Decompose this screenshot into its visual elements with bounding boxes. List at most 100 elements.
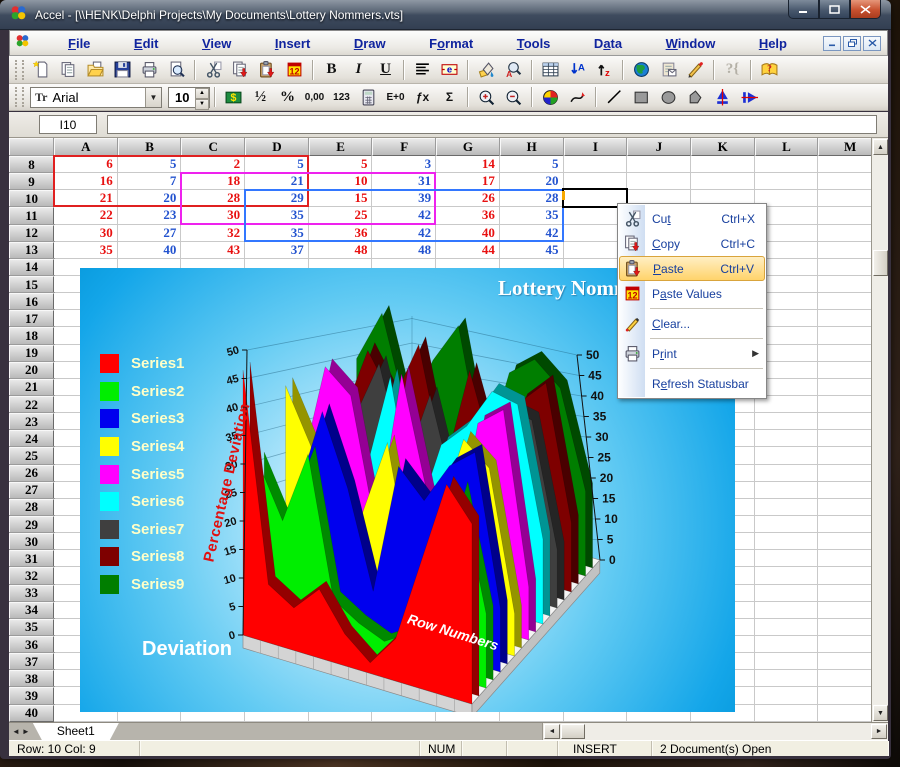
column-header-J[interactable]: J xyxy=(627,138,691,156)
chevron-down-icon[interactable]: ▼ xyxy=(145,88,161,107)
sort-descending-button[interactable]: z xyxy=(592,58,617,82)
tab-scroll-left-icon[interactable]: ◄ xyxy=(12,727,20,736)
column-header-L[interactable]: L xyxy=(755,138,819,156)
cut-button[interactable] xyxy=(201,58,226,82)
menu-data[interactable]: Data xyxy=(588,34,628,53)
row-header-37[interactable]: 37 xyxy=(9,653,54,670)
row-header-35[interactable]: 35 xyxy=(9,619,54,636)
paste-button[interactable] xyxy=(255,58,280,82)
cell-F10[interactable]: 39 xyxy=(372,190,436,207)
row-header-38[interactable]: 38 xyxy=(9,670,54,687)
cell-D10[interactable]: 29 xyxy=(245,190,309,207)
context-menu-paste[interactable]: PasteCtrl+V xyxy=(619,256,765,281)
cell-L26[interactable] xyxy=(755,465,819,482)
cell-I9[interactable] xyxy=(564,173,628,190)
horizontal-scrollbar[interactable]: ◄ ► xyxy=(542,723,888,740)
cell-E12[interactable]: 36 xyxy=(309,225,373,242)
cell-L35[interactable] xyxy=(755,619,819,636)
cell-K9[interactable] xyxy=(691,173,755,190)
cell-A9[interactable]: 16 xyxy=(54,173,118,190)
tab-scroll-right-icon[interactable]: ► xyxy=(22,727,30,736)
select-all-corner[interactable] xyxy=(9,138,54,156)
cell-C13[interactable]: 43 xyxy=(181,242,245,259)
function-button[interactable]: ƒx xyxy=(410,85,435,109)
context-menu-cut[interactable]: CutCtrl+X xyxy=(619,206,765,231)
cell-B9[interactable]: 7 xyxy=(118,173,182,190)
cell-E8[interactable]: 5 xyxy=(309,156,373,173)
cell-F12[interactable]: 42 xyxy=(372,225,436,242)
row-header-33[interactable]: 33 xyxy=(9,585,54,602)
cell-G10[interactable]: 26 xyxy=(436,190,500,207)
column-header-E[interactable]: E xyxy=(309,138,373,156)
cell-L30[interactable] xyxy=(755,533,819,550)
cell-F8[interactable]: 3 xyxy=(372,156,436,173)
row-header-17[interactable]: 17 xyxy=(9,310,54,327)
save-button[interactable] xyxy=(110,58,135,82)
paste-values-button[interactable]: 12 xyxy=(282,58,307,82)
draw-curve-button[interactable] xyxy=(565,85,590,109)
mdi-close-button[interactable] xyxy=(863,36,881,51)
column-header-H[interactable]: H xyxy=(500,138,564,156)
row-header-9[interactable]: 9 xyxy=(9,173,54,190)
cell-J8[interactable] xyxy=(627,156,691,173)
row-header-13[interactable]: 13 xyxy=(9,242,54,259)
row-header-34[interactable]: 34 xyxy=(9,602,54,619)
help-book-button[interactable]: ? xyxy=(757,58,782,82)
cell-A8[interactable]: 6 xyxy=(54,156,118,173)
row-header-10[interactable]: 10 xyxy=(9,190,54,207)
cell-L40[interactable] xyxy=(755,705,819,722)
row-header-19[interactable]: 19 xyxy=(9,345,54,362)
align-lines-button[interactable] xyxy=(410,58,435,82)
cell-L33[interactable] xyxy=(755,585,819,602)
cell-A12[interactable]: 30 xyxy=(54,225,118,242)
half-button[interactable]: ½ xyxy=(248,85,273,109)
print-button[interactable] xyxy=(137,58,162,82)
minimize-button[interactable] xyxy=(788,0,819,19)
menu-edit[interactable]: Edit xyxy=(128,34,165,53)
cell-G8[interactable]: 14 xyxy=(436,156,500,173)
cell-A10[interactable]: 21 xyxy=(54,190,118,207)
cell-F13[interactable]: 48 xyxy=(372,242,436,259)
menu-insert[interactable]: Insert xyxy=(269,34,316,53)
cell-L24[interactable] xyxy=(755,430,819,447)
cell-C9[interactable]: 18 xyxy=(181,173,245,190)
maximize-button[interactable] xyxy=(819,0,850,19)
cell-G9[interactable]: 17 xyxy=(436,173,500,190)
new-document-button[interactable] xyxy=(29,58,54,82)
row-header-36[interactable]: 36 xyxy=(9,636,54,653)
toolbar-grip[interactable] xyxy=(15,60,24,80)
column-header-I[interactable]: I xyxy=(564,138,628,156)
context-menu-clear[interactable]: Clear... xyxy=(619,311,765,336)
cell-D8[interactable]: 5 xyxy=(245,156,309,173)
vertical-scrollbar[interactable]: ▲ ▼ xyxy=(871,138,888,722)
spin-up-icon[interactable]: ▲ xyxy=(195,88,209,99)
cell-E10[interactable]: 15 xyxy=(309,190,373,207)
cell-L8[interactable] xyxy=(755,156,819,173)
horizontal-scroll-thumb[interactable] xyxy=(561,724,585,739)
polygon-shape-button[interactable] xyxy=(683,85,708,109)
cell-I8[interactable] xyxy=(564,156,628,173)
stacked-pages-button[interactable] xyxy=(56,58,81,82)
context-menu-print[interactable]: Print▶ xyxy=(619,341,765,366)
print-preview-button[interactable] xyxy=(164,58,189,82)
scroll-right-button[interactable]: ► xyxy=(871,724,887,739)
cell-L38[interactable] xyxy=(755,670,819,687)
decimal-button[interactable]: 0,00 xyxy=(302,85,327,109)
row-header-23[interactable]: 23 xyxy=(9,413,54,430)
column-header-F[interactable]: F xyxy=(372,138,436,156)
globe-button[interactable] xyxy=(629,58,654,82)
report-button[interactable] xyxy=(656,58,681,82)
context-menu-copy[interactable]: CopyCtrl+C xyxy=(619,231,765,256)
cell-E11[interactable]: 25 xyxy=(309,207,373,224)
table-grid-button[interactable] xyxy=(538,58,563,82)
cell-E9[interactable]: 10 xyxy=(309,173,373,190)
cell-G12[interactable]: 40 xyxy=(436,225,500,242)
percent-button[interactable]: % xyxy=(275,85,300,109)
row-header-8[interactable]: 8 xyxy=(9,156,54,173)
row-header-24[interactable]: 24 xyxy=(9,430,54,447)
scroll-down-button[interactable]: ▼ xyxy=(873,705,888,721)
row-header-31[interactable]: 31 xyxy=(9,550,54,567)
open-folder-button[interactable] xyxy=(83,58,108,82)
digits-button[interactable]: 123 xyxy=(329,85,354,109)
cell-L27[interactable] xyxy=(755,482,819,499)
